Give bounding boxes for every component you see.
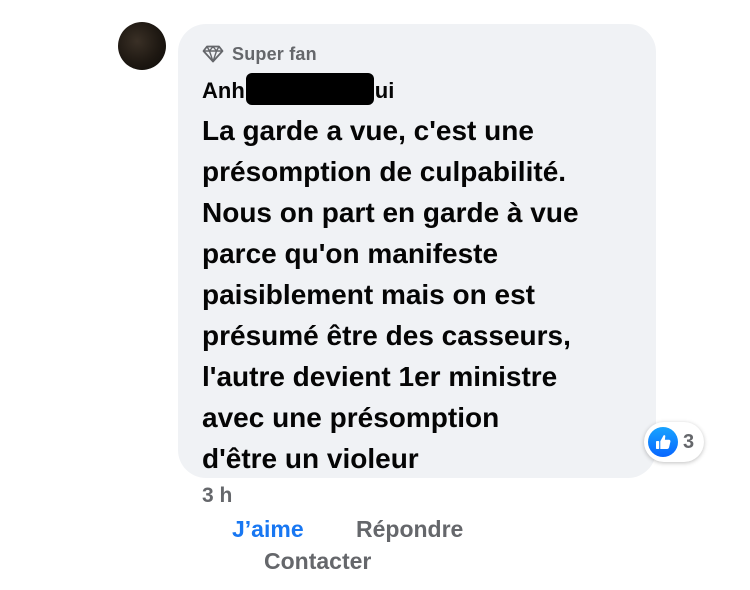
author-name-prefix: Anh bbox=[202, 78, 245, 103]
diamond-icon bbox=[202, 45, 224, 63]
author-name[interactable]: Anh ui bbox=[202, 73, 395, 106]
comment-thread: Super fan Anh ui La garde a vue, c'est u… bbox=[0, 0, 750, 590]
reply-button[interactable]: Répondre bbox=[356, 516, 463, 543]
like-button[interactable]: J’aime bbox=[232, 516, 304, 543]
reaction-summary[interactable]: 3 bbox=[644, 422, 705, 462]
contact-button[interactable]: Contacter bbox=[264, 548, 371, 575]
super-fan-badge: Super fan bbox=[202, 42, 317, 66]
redaction-bar bbox=[245, 73, 374, 105]
badge-label: Super fan bbox=[232, 43, 317, 64]
like-icon bbox=[648, 427, 678, 457]
timestamp[interactable]: 3 h bbox=[202, 484, 232, 508]
author-name-suffix: ui bbox=[374, 78, 395, 103]
avatar[interactable] bbox=[118, 22, 166, 70]
reaction-count: 3 bbox=[683, 430, 695, 453]
comment-text: La garde a vue, c'est une présomption de… bbox=[202, 115, 579, 474]
